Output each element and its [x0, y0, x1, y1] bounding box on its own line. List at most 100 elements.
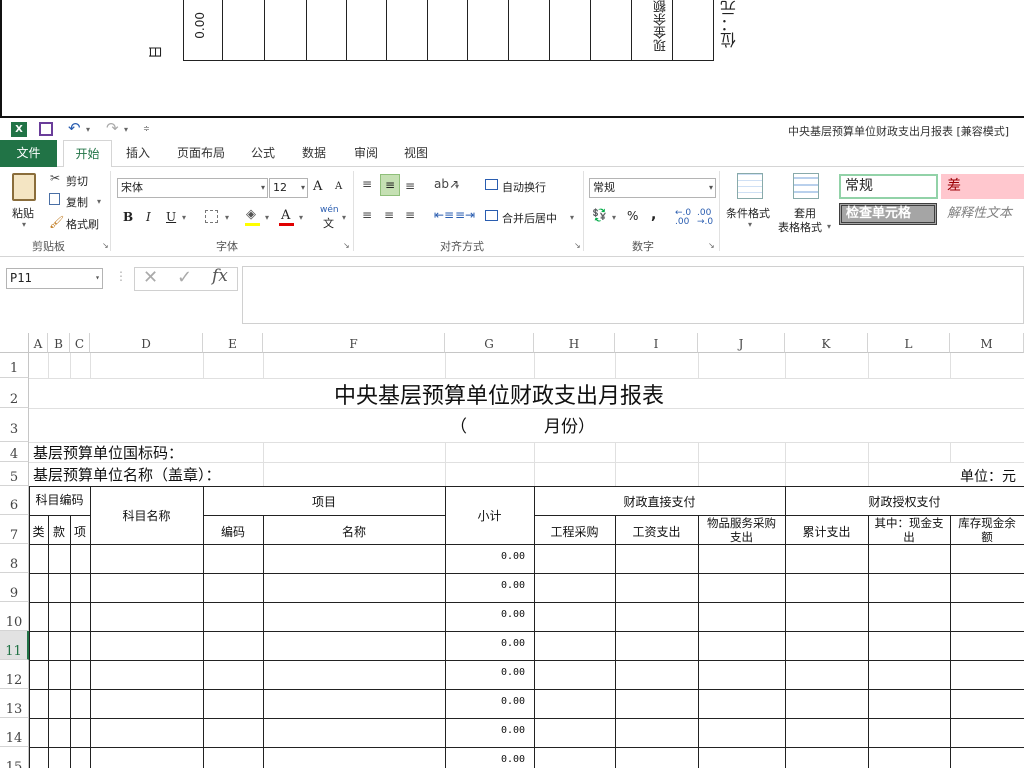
column-header-f[interactable]: F	[263, 333, 445, 353]
tab-view[interactable]: 视图	[396, 140, 436, 167]
align-middle-icon[interactable]: ≡	[380, 174, 400, 196]
subtotal-cell[interactable]: 0.00	[501, 609, 525, 620]
font-size-combo[interactable]: 12 ▾	[269, 178, 308, 198]
row-header-14[interactable]: 14	[0, 718, 29, 747]
decrease-decimal-icon[interactable]: .00 →.0	[697, 209, 715, 227]
align-center-icon[interactable]: ≡	[384, 208, 394, 222]
row-header-5[interactable]: 5	[0, 462, 29, 486]
select-all-corner[interactable]	[0, 333, 29, 353]
customize-qat-icon[interactable]: ≑	[143, 124, 150, 133]
cancel-icon[interactable]: ✕	[143, 267, 158, 288]
font-launcher-icon[interactable]: ↘	[343, 241, 350, 250]
row-header-10[interactable]: 10	[0, 602, 29, 631]
align-right-icon[interactable]: ≡	[405, 208, 415, 222]
tab-page-layout[interactable]: 页面布局	[169, 140, 233, 167]
table-format-icon[interactable]	[793, 173, 819, 199]
format-painter-icon[interactable]: 🖌	[49, 215, 64, 229]
row-header-7[interactable]: 7	[0, 515, 29, 544]
underline-button[interactable]: U	[166, 210, 176, 224]
wrap-text-button[interactable]: 自动换行	[502, 179, 546, 195]
column-header-i[interactable]: I	[615, 333, 698, 353]
subtotal-cell[interactable]: 0.00	[501, 580, 525, 591]
row-header-12[interactable]: 12	[0, 660, 29, 689]
undo-dropdown-icon[interactable]: ▾	[86, 125, 90, 134]
table-format-button-line2[interactable]: 表格格式	[778, 219, 822, 235]
merge-center-icon[interactable]	[485, 210, 498, 221]
column-header-e[interactable]: E	[203, 333, 263, 353]
tab-insert[interactable]: 插入	[118, 140, 158, 167]
copy-button[interactable]: 复制	[66, 194, 88, 210]
increase-indent-icon[interactable]: ≡⇥	[455, 208, 475, 222]
column-header-j[interactable]: J	[698, 333, 785, 353]
column-header-h[interactable]: H	[534, 333, 615, 353]
row-header-1[interactable]: 1	[0, 353, 29, 378]
subtotal-cell[interactable]: 0.00	[501, 725, 525, 736]
column-header-l[interactable]: L	[868, 333, 950, 353]
cut-button[interactable]: 剪切	[66, 173, 88, 189]
number-launcher-icon[interactable]: ↘	[708, 241, 715, 250]
save-icon[interactable]	[39, 122, 53, 136]
bold-button[interactable]: B	[123, 210, 133, 224]
column-header-d[interactable]: D	[90, 333, 203, 353]
formula-input[interactable]	[242, 266, 1024, 324]
name-box[interactable]: P11 ▾	[6, 268, 103, 289]
tab-formulas[interactable]: 公式	[243, 140, 283, 167]
number-format-combo[interactable]: 常规 ▾	[589, 178, 716, 198]
style-explanatory[interactable]: 解释性文本	[941, 203, 1024, 225]
increase-decimal-icon[interactable]: ←.0.00	[675, 209, 693, 227]
align-top-icon[interactable]: ≡	[362, 177, 372, 191]
style-normal[interactable]: 常规	[839, 174, 938, 199]
subtotal-cell[interactable]: 0.00	[501, 696, 525, 707]
column-header-k[interactable]: K	[785, 333, 868, 353]
border-icon[interactable]	[205, 210, 218, 223]
row-header-13[interactable]: 13	[0, 689, 29, 718]
clipboard-launcher-icon[interactable]: ↘	[102, 241, 109, 250]
style-check-cell[interactable]: 检查单元格	[839, 203, 937, 225]
cut-icon[interactable]: ✂	[50, 171, 60, 185]
tab-data[interactable]: 数据	[294, 140, 334, 167]
tab-review[interactable]: 审阅	[346, 140, 386, 167]
paste-icon[interactable]	[12, 173, 36, 201]
fill-color-icon[interactable]: ◈	[246, 207, 256, 222]
align-left-icon[interactable]: ≡	[362, 208, 372, 222]
column-header-m[interactable]: M	[950, 333, 1024, 353]
conditional-format-button[interactable]: 条件格式	[726, 205, 770, 221]
row-header-9[interactable]: 9	[0, 573, 29, 602]
grow-font-icon[interactable]: A	[313, 179, 322, 194]
subtotal-cell[interactable]: 0.00	[501, 667, 525, 678]
currency-icon[interactable]: 💱	[592, 208, 607, 222]
row-header-3[interactable]: 3	[0, 408, 29, 442]
merge-center-button[interactable]: 合并后居中	[502, 210, 557, 226]
tab-file[interactable]: 文件	[0, 140, 57, 167]
comma-button[interactable]: ,	[651, 207, 656, 223]
paste-button[interactable]: 粘贴	[12, 205, 34, 221]
column-header-g[interactable]: G	[445, 333, 534, 353]
percent-button[interactable]: %	[627, 209, 638, 223]
worksheet-grid[interactable]: A B C D E F G H I J K L M 1 2 3 4 5 6 7 …	[0, 333, 1024, 768]
row-header-4[interactable]: 4	[0, 442, 29, 462]
alignment-launcher-icon[interactable]: ↘	[574, 241, 581, 250]
wrap-text-icon[interactable]	[485, 179, 498, 190]
font-color-icon[interactable]: A	[281, 208, 290, 223]
column-header-c[interactable]: C	[70, 333, 90, 353]
enter-icon[interactable]: ✓	[177, 267, 192, 288]
row-header-2[interactable]: 2	[0, 378, 29, 408]
subtotal-cell[interactable]: 0.00	[501, 638, 525, 649]
column-header-b[interactable]: B	[48, 333, 70, 353]
subtotal-cell[interactable]: 0.00	[501, 754, 525, 765]
redo-icon[interactable]: ↷	[106, 119, 119, 137]
conditional-format-icon[interactable]	[737, 173, 763, 199]
align-bottom-icon[interactable]: ≡	[405, 179, 415, 193]
subtotal-cell[interactable]: 0.00	[501, 551, 525, 562]
row-header-15[interactable]: 15	[0, 747, 29, 768]
decrease-indent-icon[interactable]: ⇤≡	[434, 208, 454, 222]
row-header-8[interactable]: 8	[0, 544, 29, 573]
row-header-11[interactable]: 11	[0, 631, 29, 660]
shrink-font-icon[interactable]: A	[335, 181, 342, 192]
phonetic-icon[interactable]: wén	[320, 205, 339, 215]
row-header-6[interactable]: 6	[0, 486, 29, 515]
insert-function-icon[interactable]: fx	[212, 266, 228, 286]
tab-home[interactable]: 开始	[63, 140, 112, 168]
paste-dropdown-icon[interactable]: ▾	[22, 220, 26, 229]
copy-icon[interactable]	[49, 193, 60, 205]
